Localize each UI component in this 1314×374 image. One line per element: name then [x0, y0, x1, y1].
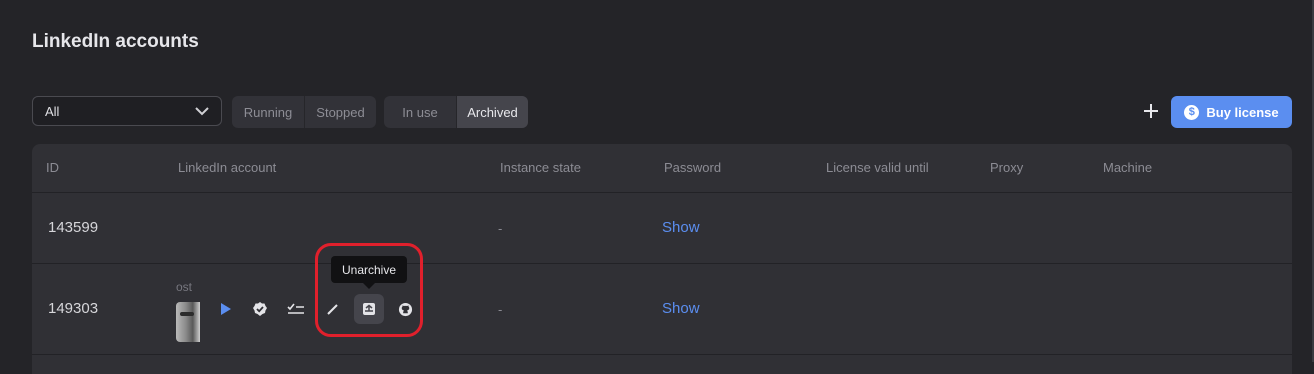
- checklist-icon: [287, 303, 304, 314]
- column-instance: Instance state: [500, 160, 581, 175]
- filter-stopped[interactable]: Stopped: [304, 96, 376, 128]
- tasks-button[interactable]: [281, 294, 311, 324]
- account-filter-value: All: [45, 103, 60, 119]
- accounts-table: ID LinkedIn account Instance state Passw…: [32, 144, 1292, 374]
- filter-archived[interactable]: Archived: [456, 96, 528, 128]
- verified-icon: [253, 302, 267, 316]
- run-state-toggle: Running Stopped: [232, 96, 376, 128]
- filter-running[interactable]: Running: [232, 96, 304, 128]
- usage-toggle: In use Archived: [384, 96, 528, 128]
- edit-button[interactable]: [318, 294, 348, 324]
- add-account-button[interactable]: [1140, 100, 1162, 122]
- unarchive-button[interactable]: [354, 294, 384, 324]
- chevron-down-icon: [195, 107, 209, 116]
- column-machine: Machine: [1103, 160, 1153, 175]
- play-icon: [221, 303, 231, 315]
- unarchive-tooltip: Unarchive: [331, 256, 407, 289]
- column-account: LinkedIn account: [178, 160, 277, 175]
- column-proxy: Proxy: [990, 160, 1024, 175]
- github-icon: [398, 302, 412, 316]
- table-row[interactable]: 143599 - Show: [32, 193, 1292, 264]
- verify-button[interactable]: [245, 294, 275, 324]
- row-instance-state: -: [498, 302, 503, 317]
- buy-license-button[interactable]: $ Buy license: [1171, 96, 1292, 128]
- edit-pencil-icon: [327, 304, 338, 315]
- filter-in-use[interactable]: In use: [384, 96, 456, 128]
- row-id: 149303: [48, 300, 99, 317]
- column-license: License valid until: [826, 160, 929, 175]
- account-filter-select[interactable]: All: [32, 96, 222, 126]
- unarchive-icon: [363, 303, 375, 315]
- column-password: Password: [664, 160, 722, 175]
- avatar: [176, 302, 200, 342]
- github-button[interactable]: [390, 294, 420, 324]
- account-name: ost: [176, 280, 193, 294]
- dollar-coin-icon: $: [1184, 104, 1200, 120]
- page-title: LinkedIn accounts: [32, 31, 199, 52]
- table-header: ID LinkedIn account Instance state Passw…: [32, 144, 1292, 193]
- column-id: ID: [46, 160, 59, 175]
- row-id: 143599: [48, 219, 99, 236]
- plus-icon: [1144, 104, 1158, 118]
- start-button[interactable]: [210, 294, 240, 324]
- table-row[interactable]: 149303 ost - Show: [32, 264, 1292, 355]
- show-password-link[interactable]: Show: [662, 300, 700, 317]
- row-instance-state: -: [498, 221, 503, 236]
- show-password-link[interactable]: Show: [662, 219, 700, 236]
- buy-license-label: Buy license: [1206, 104, 1279, 120]
